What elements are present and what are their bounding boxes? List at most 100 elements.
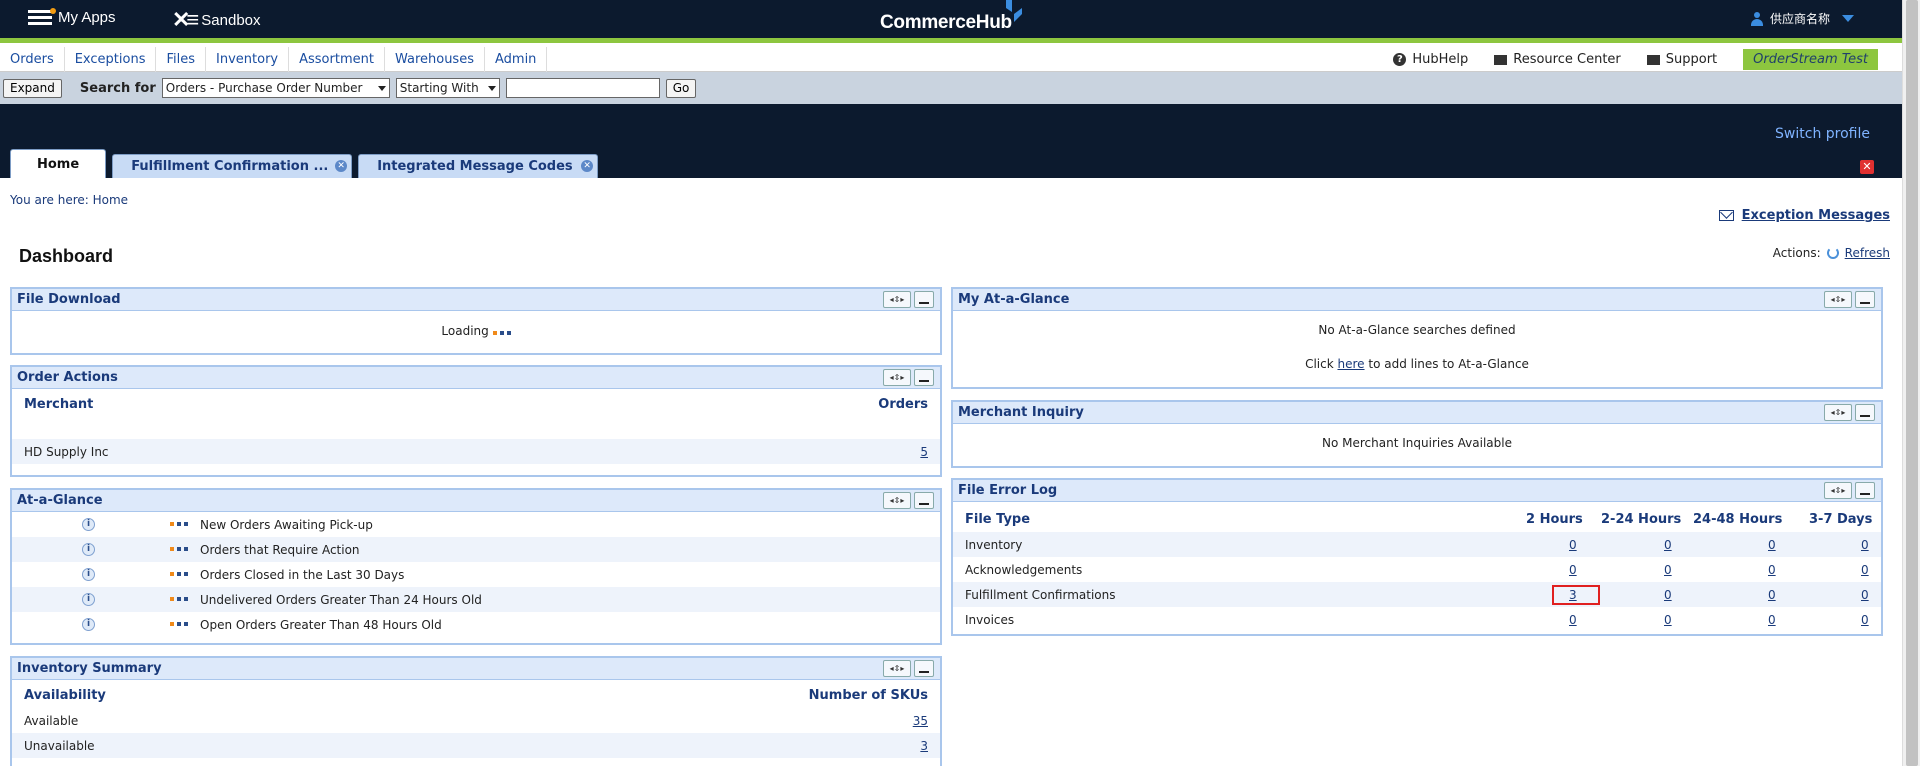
menu-warehouses[interactable]: Warehouses — [385, 47, 485, 72]
info-icon[interactable]: i — [82, 518, 95, 531]
error-count-link[interactable]: 0 — [1861, 588, 1869, 602]
loading-dots-icon — [170, 597, 188, 601]
availability-label: Unavailable — [24, 739, 95, 753]
column-header-skus: Number of SKUs — [808, 688, 928, 703]
panel-controls: ◂⇕▸ — [883, 369, 934, 386]
move-arrows-icon[interactable]: ◂⇕▸ — [883, 291, 911, 308]
my-apps-label: My Apps — [58, 9, 116, 26]
error-count-link[interactable]: 0 — [1768, 588, 1776, 602]
panel-header: File Download ◂⇕▸ — [12, 289, 940, 311]
error-count-link[interactable]: 0 — [1664, 563, 1672, 577]
error-count-link[interactable]: 0 — [1664, 613, 1672, 627]
error-count-link[interactable]: 0 — [1768, 538, 1776, 552]
error-count-link[interactable]: 0 — [1861, 538, 1869, 552]
switch-profile-link[interactable]: Switch profile — [1775, 126, 1870, 142]
move-arrows-icon[interactable]: ◂⇕▸ — [883, 660, 911, 677]
vertical-scrollbar[interactable] — [1902, 0, 1920, 766]
menu-orders[interactable]: Orders — [0, 47, 65, 72]
scrollbar-thumb[interactable] — [1906, 0, 1918, 766]
tab-integrated-message-codes[interactable]: Integrated Message Codes ✕ — [358, 154, 599, 178]
user-menu[interactable]: 供应商名称 — [1750, 10, 1854, 27]
hubhelp-link[interactable]: ? HubHelp — [1393, 52, 1468, 67]
column-header-orders: Orders — [878, 397, 928, 412]
panel-title: My At-a-Glance — [958, 292, 1070, 307]
support-link[interactable]: Support — [1646, 52, 1718, 67]
close-all-tabs-icon[interactable]: ✕ — [1860, 160, 1874, 174]
sku-count-link[interactable]: 35 — [913, 714, 928, 728]
error-count-link[interactable]: 0 — [1569, 563, 1577, 577]
move-arrows-icon[interactable]: ◂⇕▸ — [1824, 482, 1852, 499]
here-link[interactable]: here — [1337, 357, 1364, 371]
menu-exceptions[interactable]: Exceptions — [65, 47, 157, 72]
panel-controls: ◂⇕▸ — [1824, 291, 1875, 308]
info-icon[interactable]: i — [82, 593, 95, 606]
envelope-icon — [1718, 210, 1734, 221]
panel-controls: ◂⇕▸ — [1824, 482, 1875, 499]
minimize-icon[interactable] — [1855, 404, 1875, 421]
support-label: Support — [1665, 52, 1718, 67]
panel-title: Order Actions — [17, 370, 118, 385]
refresh-link[interactable]: Refresh — [1845, 246, 1890, 260]
minimize-icon[interactable] — [1855, 291, 1875, 308]
tab-fulfillment-confirmation[interactable]: Fulfillment Confirmation ... ✕ — [112, 154, 353, 178]
file-type-label: Invoices — [965, 613, 1015, 627]
error-count-link[interactable]: 0 — [1861, 613, 1869, 627]
close-icon[interactable]: ✕ — [581, 160, 594, 172]
search-input[interactable] — [505, 78, 660, 98]
search-mode-select[interactable]: Starting With — [395, 78, 500, 98]
list-item: i Orders Closed in the Last 30 Days — [12, 562, 940, 587]
move-arrows-icon[interactable]: ◂⇕▸ — [883, 492, 911, 509]
panel-title: File Download — [17, 292, 121, 307]
menu-admin[interactable]: Admin — [485, 47, 548, 72]
tab-home[interactable]: Home — [10, 149, 107, 178]
sku-count-link[interactable]: 3 — [920, 739, 928, 753]
menu-assortment[interactable]: Assortment — [289, 47, 385, 72]
error-count-link[interactable]: 0 — [1569, 613, 1577, 627]
move-arrows-icon[interactable]: ◂⇕▸ — [1824, 404, 1852, 421]
menu-files[interactable]: Files — [156, 47, 207, 72]
sandbox-button[interactable]: ✕≡ Sandbox — [172, 7, 261, 33]
add-lines-text: Click here to add lines to At-a-Glance — [953, 357, 1881, 371]
panel-header: My At-a-Glance ◂⇕▸ — [953, 289, 1881, 311]
orders-count-link[interactable]: 5 — [920, 445, 928, 459]
loading-label: Loading — [441, 324, 489, 338]
panel-header: Merchant Inquiry ◂⇕▸ — [953, 402, 1881, 424]
error-count-link[interactable]: 0 — [1664, 588, 1672, 602]
move-arrows-icon[interactable]: ◂⇕▸ — [1824, 291, 1852, 308]
search-field-select[interactable]: Orders - Purchase Order Number — [161, 78, 390, 98]
error-count-link[interactable]: 0 — [1768, 563, 1776, 577]
info-icon[interactable]: i — [82, 568, 95, 581]
menu-inventory[interactable]: Inventory — [206, 47, 290, 72]
megaphone-icon — [1494, 54, 1508, 65]
error-count-link[interactable]: 0 — [1664, 538, 1672, 552]
move-arrows-icon[interactable]: ◂⇕▸ — [883, 369, 911, 386]
minimize-icon[interactable] — [914, 369, 934, 386]
error-count-link[interactable]: 0 — [1861, 563, 1869, 577]
help-bar: ? HubHelp Resource Center Support OrderS… — [1393, 47, 1902, 72]
chevron-down-icon — [377, 85, 386, 91]
minimize-icon[interactable] — [1855, 482, 1875, 499]
user-icon — [1750, 11, 1764, 26]
minimize-icon[interactable] — [914, 660, 934, 677]
expand-button[interactable]: Expand — [3, 78, 62, 98]
table-row: Unavailable 3 — [12, 733, 940, 758]
error-count-link[interactable]: 0 — [1569, 538, 1577, 552]
go-button[interactable]: Go — [665, 78, 697, 98]
minimize-icon[interactable] — [914, 291, 934, 308]
close-icon[interactable]: ✕ — [335, 160, 348, 172]
column-header-merchant: Merchant — [24, 397, 94, 412]
error-count-link[interactable]: 0 — [1768, 613, 1776, 627]
glance-item-label: New Orders Awaiting Pick-up — [200, 518, 373, 532]
resource-center-link[interactable]: Resource Center — [1494, 52, 1621, 67]
exception-messages-link[interactable]: Exception Messages — [1718, 208, 1890, 223]
refresh-icon[interactable] — [1826, 247, 1839, 259]
panel-header: Order Actions ◂⇕▸ — [12, 367, 940, 389]
column-header-3-7-days: 3-7 Days — [1809, 512, 1873, 527]
add-lines-row: Click here to add lines to At-a-Glance — [953, 347, 1881, 383]
minimize-icon[interactable] — [914, 492, 934, 509]
question-icon: ? — [1393, 53, 1407, 66]
info-icon[interactable]: i — [82, 618, 95, 631]
my-apps-button[interactable]: My Apps — [28, 7, 116, 26]
info-icon[interactable]: i — [82, 543, 95, 556]
glance-item-label: Open Orders Greater Than 48 Hours Old — [200, 618, 442, 632]
